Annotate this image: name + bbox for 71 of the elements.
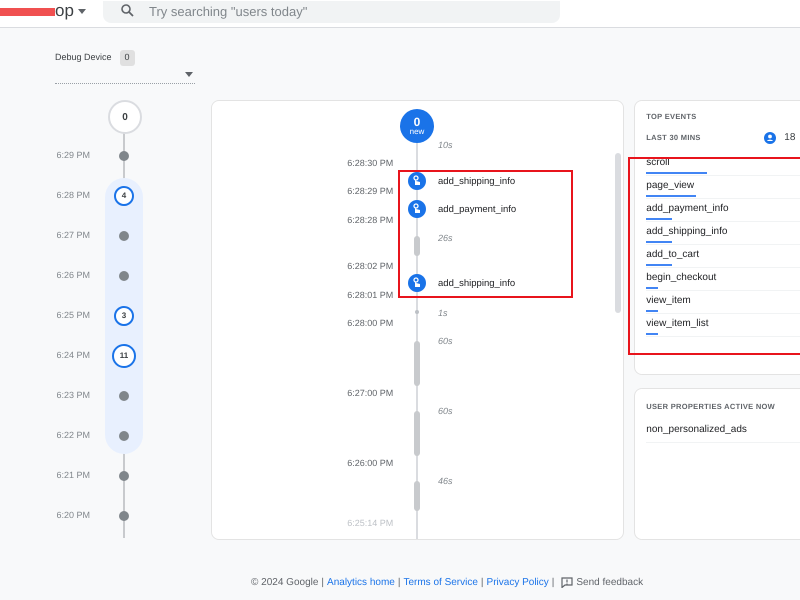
event-name[interactable]: view_item_list	[646, 318, 709, 330]
minute-dot[interactable]	[119, 471, 129, 481]
separator: |	[552, 576, 554, 590]
gap-duration: 1s	[438, 307, 448, 320]
timestamp: 6:28:02 PM	[347, 260, 394, 273]
minute-dot[interactable]	[119, 151, 129, 161]
separator: |	[321, 576, 324, 590]
send-feedback-link[interactable]: Send feedback	[576, 575, 644, 590]
event-name[interactable]: page_view	[646, 180, 694, 192]
timestamp: 6:28:00 PM	[347, 317, 394, 330]
gap-segment	[414, 411, 420, 456]
footer-link[interactable]: Analytics home	[327, 575, 395, 590]
scrollbar-thumb[interactable]	[615, 153, 621, 313]
debug-device-label: Debug Device	[55, 51, 112, 64]
gap-segment	[414, 481, 420, 511]
feedback-icon[interactable]	[561, 577, 574, 588]
timestamp: 6:26:00 PM	[347, 457, 394, 470]
minute-label: 6:28 PM	[55, 189, 90, 202]
footer-link[interactable]: Terms of Service	[403, 575, 478, 590]
timestamp: 6:27:00 PM	[347, 387, 394, 400]
gap-duration: 46s	[438, 475, 453, 488]
timestamp: 6:28:01 PM	[347, 289, 394, 302]
minute-label: 6:20 PM	[55, 509, 90, 522]
minute-label: 6:22 PM	[55, 429, 90, 442]
redaction-mark	[0, 8, 55, 16]
countdown-counter: 0	[108, 100, 142, 134]
copyright-text: © 2024 Google	[251, 576, 318, 590]
minute-label: 6:21 PM	[55, 469, 90, 482]
minute-label: 6:25 PM	[55, 309, 90, 322]
footer-link[interactable]: Privacy Policy	[486, 575, 549, 590]
event-name[interactable]: add_payment_info	[646, 203, 729, 214]
search-field[interactable]: Try searching "users today"	[103, 0, 560, 22]
event-name[interactable]: begin_checkout	[646, 272, 716, 284]
minute-label: 6:29 PM	[55, 149, 90, 162]
user-icon	[764, 132, 776, 144]
touch-icon[interactable]	[408, 274, 426, 292]
timestamp: 6:28:28 PM	[347, 214, 394, 227]
minute-label: 6:27 PM	[55, 229, 90, 242]
timestamp: 6:25:14 PM	[347, 517, 394, 530]
event-name[interactable]: add_to_cart	[646, 249, 700, 260]
separator: |	[480, 576, 484, 590]
new-events-marker[interactable]: 0 new	[400, 109, 434, 143]
gap-duration: 60s	[438, 405, 453, 418]
minute-dot[interactable]	[119, 511, 129, 521]
caret-icon	[185, 72, 193, 77]
gap-segment	[414, 236, 420, 256]
touch-icon[interactable]	[408, 172, 426, 190]
caret-icon[interactable]	[78, 8, 86, 14]
gap-duration: 60s	[438, 335, 453, 348]
gap-segment	[414, 341, 420, 386]
user-count: 18	[784, 131, 796, 146]
event-name[interactable]: add_shipping_info	[438, 277, 516, 292]
event-name[interactable]: view_item	[646, 295, 691, 306]
minute-label: 6:26 PM	[55, 269, 90, 282]
event-name[interactable]: scroll	[646, 157, 670, 168]
event-name[interactable]: add_shipping_info	[438, 175, 516, 190]
minute-label: 6:23 PM	[55, 389, 90, 402]
event-name[interactable]: add_shipping_info	[646, 226, 728, 238]
property-name[interactable]: non_personalized_ads	[646, 424, 747, 436]
gap-duration: 26s	[438, 232, 453, 245]
timestamp: 6:28:29 PM	[347, 185, 394, 198]
gap-duration: 10s	[438, 139, 453, 152]
device-count-badge: 0	[120, 50, 135, 66]
separator: |	[398, 576, 400, 590]
minute-label: 6:24 PM	[55, 349, 90, 362]
search-icon	[121, 4, 134, 17]
tick-dot	[415, 310, 419, 314]
touch-icon[interactable]	[408, 200, 426, 218]
timestamp: 6:28:30 PM	[347, 157, 394, 170]
event-name[interactable]: add_payment_info	[438, 203, 516, 218]
property-name[interactable]: op	[55, 0, 74, 24]
